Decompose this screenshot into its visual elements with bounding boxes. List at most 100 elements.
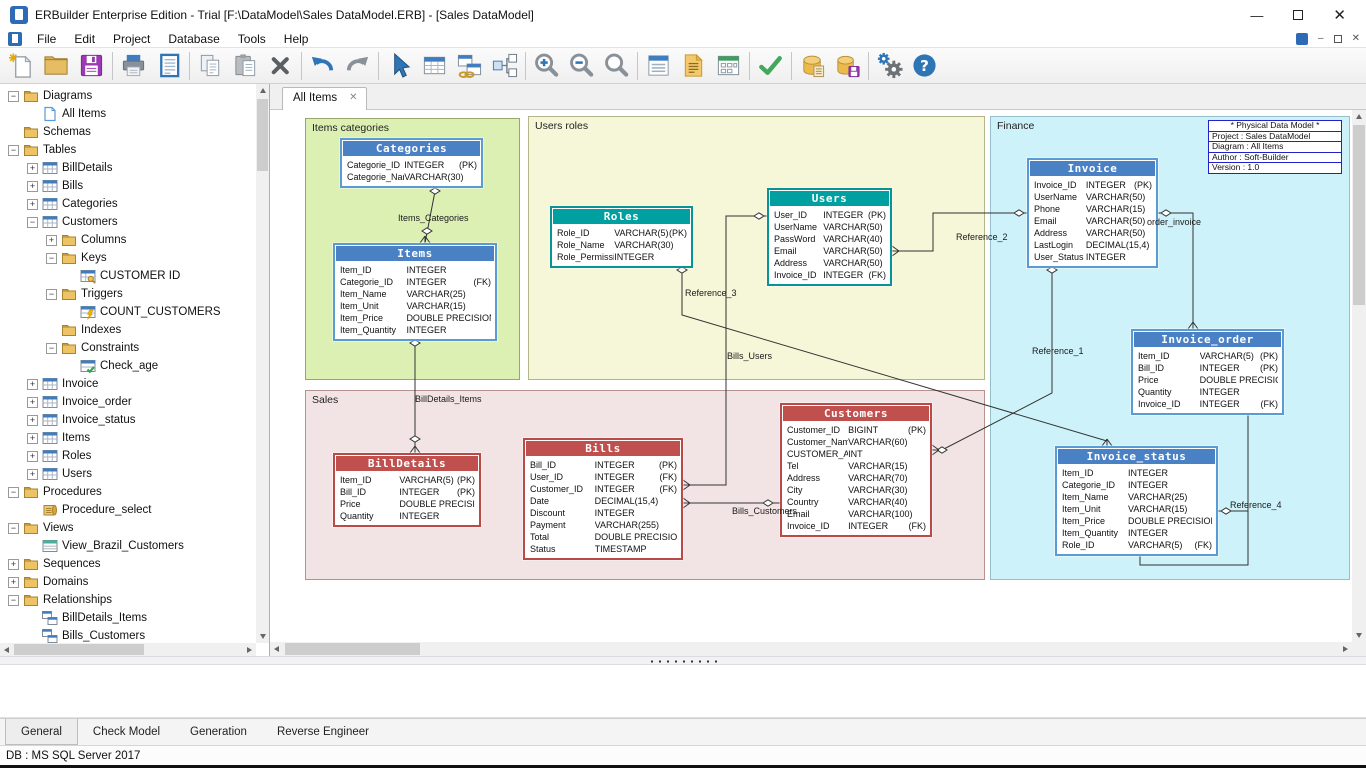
tree-expander-icon[interactable]: − bbox=[46, 343, 57, 354]
sidebar-item-all-items[interactable]: All Items bbox=[0, 105, 256, 123]
sidebar-item-domains[interactable]: +Domains bbox=[0, 573, 256, 591]
tree-hscroll-thumb[interactable] bbox=[14, 644, 144, 655]
tab-close-icon[interactable]: ✕ bbox=[349, 93, 357, 103]
tree-expander-icon[interactable]: − bbox=[27, 217, 38, 228]
tree-expander-icon[interactable]: + bbox=[27, 163, 38, 174]
tree-expander-icon[interactable]: + bbox=[46, 235, 57, 246]
canvas-horizontal-scrollbar[interactable] bbox=[270, 642, 1352, 656]
sidebar-item-billdetails-items[interactable]: BillDetails_Items bbox=[0, 609, 256, 627]
tree-expander-icon[interactable]: + bbox=[27, 181, 38, 192]
tree-vscroll-thumb[interactable] bbox=[257, 99, 268, 171]
zoom-in-button[interactable] bbox=[529, 49, 564, 83]
sidebar-item-bills[interactable]: +Bills bbox=[0, 177, 256, 195]
sidebar-item-columns[interactable]: +Columns bbox=[0, 231, 256, 249]
sidebar-item-roles[interactable]: +Roles bbox=[0, 447, 256, 465]
canvas-scroll-down-icon[interactable] bbox=[1352, 629, 1365, 642]
sidebar-item-invoice-status[interactable]: +Invoice_status bbox=[0, 411, 256, 429]
maximize-icon[interactable] bbox=[1293, 10, 1303, 20]
sidebar-item-tables[interactable]: −Tables bbox=[0, 141, 256, 159]
save-database-button[interactable] bbox=[830, 49, 865, 83]
entity-users[interactable]: UsersUser_IDINTEGER(PK)UserNameVARCHAR(5… bbox=[767, 188, 892, 286]
bottom-tab-general[interactable]: General bbox=[5, 719, 78, 745]
tree-expander-icon[interactable]: − bbox=[8, 145, 19, 156]
mdi-minimize-icon[interactable]: – bbox=[1318, 33, 1324, 44]
canvas-hscroll-thumb[interactable] bbox=[285, 643, 420, 655]
report-button[interactable] bbox=[151, 49, 186, 83]
zoom-out-button[interactable] bbox=[564, 49, 599, 83]
tree-expander-icon[interactable]: + bbox=[27, 451, 38, 462]
sidebar-item-items[interactable]: +Items bbox=[0, 429, 256, 447]
entity-invoice_order[interactable]: Invoice_orderItem_IDVARCHAR(5)(PK)Bill_I… bbox=[1131, 329, 1284, 415]
open-button[interactable] bbox=[39, 49, 74, 83]
entity-invoice_status[interactable]: Invoice_statusItem_IDINTEGERCategorie_ID… bbox=[1055, 446, 1218, 556]
sidebar-item-customers[interactable]: −Customers bbox=[0, 213, 256, 231]
tree-expander-icon[interactable]: − bbox=[46, 289, 57, 300]
menu-file[interactable]: File bbox=[28, 30, 65, 47]
sidebar-item-categories[interactable]: +Categories bbox=[0, 195, 256, 213]
entity-bills[interactable]: BillsBill_IDINTEGER(PK)User_IDINTEGER(FK… bbox=[523, 438, 683, 560]
sidebar-item-billdetails[interactable]: +BillDetails bbox=[0, 159, 256, 177]
sidebar-item-invoice-order[interactable]: +Invoice_order bbox=[0, 393, 256, 411]
pointer-button[interactable] bbox=[382, 49, 417, 83]
sidebar-item-diagrams[interactable]: −Diagrams bbox=[0, 87, 256, 105]
save-button[interactable] bbox=[74, 49, 109, 83]
sidebar-item-triggers[interactable]: −Triggers bbox=[0, 285, 256, 303]
close-icon[interactable]: ✕ bbox=[1333, 9, 1346, 22]
canvas-vscroll-thumb[interactable] bbox=[1353, 125, 1365, 305]
menu-project[interactable]: Project bbox=[104, 30, 159, 47]
menu-tools[interactable]: Tools bbox=[229, 30, 275, 47]
sidebar-item-constraints[interactable]: −Constraints bbox=[0, 339, 256, 357]
tree-expander-icon[interactable]: − bbox=[8, 523, 19, 534]
sidebar-item-invoice[interactable]: +Invoice bbox=[0, 375, 256, 393]
sidebar-item-relationships[interactable]: −Relationships bbox=[0, 591, 256, 609]
delete-button[interactable] bbox=[263, 49, 298, 83]
entity-categories[interactable]: CategoriesCategorie_IDINTEGER(PK)Categor… bbox=[340, 138, 483, 188]
entity-customers[interactable]: CustomersCustomer_IDBIGINT(PK)Customer_N… bbox=[780, 403, 932, 537]
sidebar-item-keys[interactable]: −Keys bbox=[0, 249, 256, 267]
sidebar-item-users[interactable]: +Users bbox=[0, 465, 256, 483]
document-button[interactable] bbox=[676, 49, 711, 83]
help-button[interactable]: ? bbox=[907, 49, 942, 83]
sidebar-item-indexes[interactable]: Indexes bbox=[0, 321, 256, 339]
horizontal-splitter[interactable] bbox=[0, 656, 1366, 665]
tree-expander-icon[interactable]: + bbox=[27, 415, 38, 426]
sidebar-item-procedures[interactable]: −Procedures bbox=[0, 483, 256, 501]
menu-edit[interactable]: Edit bbox=[65, 30, 104, 47]
tree-expander-icon[interactable]: + bbox=[27, 379, 38, 390]
settings-button[interactable] bbox=[872, 49, 907, 83]
new-file-button[interactable] bbox=[4, 49, 39, 83]
tab-all-items[interactable]: All Items ✕ bbox=[282, 87, 367, 110]
mdi-restore-icon[interactable] bbox=[1334, 35, 1342, 43]
redo-button[interactable] bbox=[340, 49, 375, 83]
bottom-tab-generation[interactable]: Generation bbox=[175, 719, 262, 745]
menu-help[interactable]: Help bbox=[275, 30, 318, 47]
sidebar-item-customer-id[interactable]: CUSTOMER ID bbox=[0, 267, 256, 285]
tree-horizontal-scrollbar[interactable] bbox=[0, 643, 256, 656]
canvas-vertical-scrollbar[interactable] bbox=[1352, 110, 1366, 642]
sidebar-item-schemas[interactable]: Schemas bbox=[0, 123, 256, 141]
tree-expander-icon[interactable]: + bbox=[27, 199, 38, 210]
table-relations-button[interactable] bbox=[452, 49, 487, 83]
model-explorer-button[interactable] bbox=[487, 49, 522, 83]
sidebar-item-bills-customers[interactable]: Bills_Customers bbox=[0, 627, 256, 643]
diagram-canvas[interactable]: Items categoriesUsers rolesFinanceSalesC… bbox=[270, 110, 1366, 656]
table-button[interactable] bbox=[417, 49, 452, 83]
scroll-left-icon[interactable] bbox=[0, 643, 13, 656]
check-model-button[interactable] bbox=[753, 49, 788, 83]
tree-expander-icon[interactable]: + bbox=[27, 397, 38, 408]
entity-items[interactable]: ItemsItem_IDINTEGERCategorie_IDINTEGER(F… bbox=[333, 243, 497, 341]
tree-expander-icon[interactable]: + bbox=[27, 469, 38, 480]
zoom-button[interactable] bbox=[599, 49, 634, 83]
tree-expander-icon[interactable]: − bbox=[8, 91, 19, 102]
copy-button[interactable] bbox=[193, 49, 228, 83]
entity-roles[interactable]: RolesRole_IDVARCHAR(5)(PK)Role_NameVARCH… bbox=[550, 206, 693, 268]
generate-script-button[interactable] bbox=[795, 49, 830, 83]
entity-billdetails[interactable]: BillDetailsItem_IDVARCHAR(5)(PK)Bill_IDI… bbox=[333, 453, 481, 527]
sidebar-item-views[interactable]: −Views bbox=[0, 519, 256, 537]
tree-expander-icon[interactable]: − bbox=[8, 487, 19, 498]
sidebar-item-check-age[interactable]: Check_age bbox=[0, 357, 256, 375]
mdi-close-icon[interactable]: ✕ bbox=[1352, 33, 1360, 44]
tree-expander-icon[interactable]: + bbox=[8, 577, 19, 588]
tree-expander-icon[interactable]: − bbox=[8, 595, 19, 606]
canvas-scroll-right-icon[interactable] bbox=[1339, 642, 1352, 655]
